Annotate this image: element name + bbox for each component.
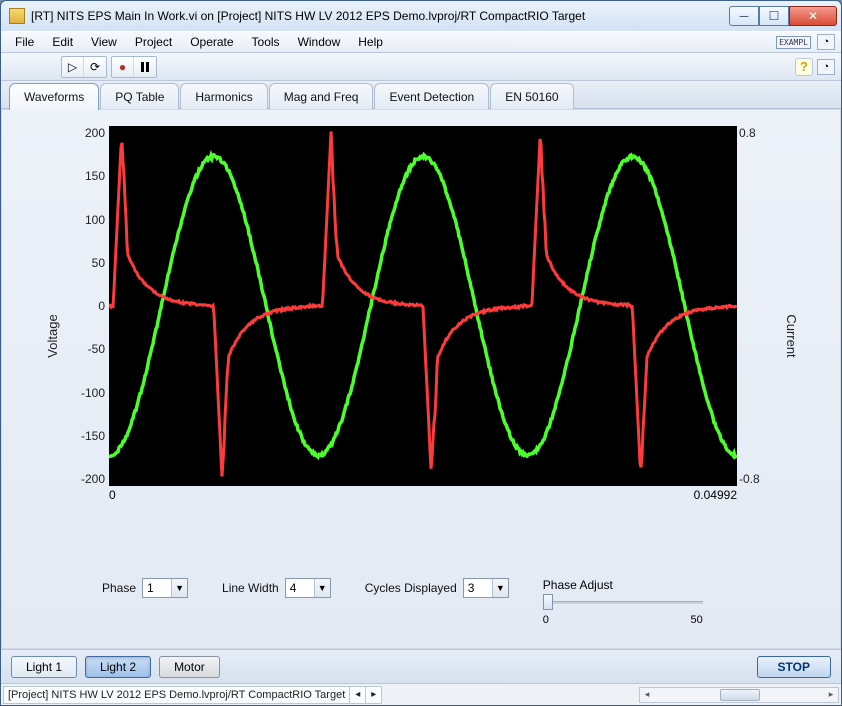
menu-file[interactable]: File bbox=[7, 33, 42, 51]
phase-adjust-max: 50 bbox=[691, 614, 703, 626]
horizontal-scrollbar[interactable]: ◂ ▸ bbox=[639, 687, 839, 703]
y-axis-right-ticks: 0.8 -0.8 bbox=[739, 126, 779, 486]
chevron-down-icon[interactable]: ▼ bbox=[171, 579, 187, 597]
minimize-button[interactable]: ─ bbox=[729, 6, 759, 26]
menu-window[interactable]: Window bbox=[290, 33, 349, 51]
y-left-tick: 50 bbox=[69, 256, 105, 270]
light1-button[interactable]: Light 1 bbox=[11, 656, 77, 678]
status-text: [Project] NITS HW LV 2012 EPS Demo.lvpro… bbox=[3, 686, 350, 704]
phase-adjust-slider[interactable] bbox=[543, 594, 703, 610]
menu-tools[interactable]: Tools bbox=[244, 33, 288, 51]
y-left-tick: 200 bbox=[69, 126, 105, 140]
close-button[interactable]: ✕ bbox=[789, 6, 837, 26]
phase-adjust-label: Phase Adjust bbox=[543, 578, 703, 592]
slider-thumb[interactable] bbox=[543, 594, 553, 610]
maximize-button[interactable]: ☐ bbox=[759, 6, 789, 26]
y-left-tick: -200 bbox=[69, 472, 105, 486]
y-left-tick: 150 bbox=[69, 169, 105, 183]
help-icon[interactable]: ? bbox=[795, 58, 813, 76]
phase-control: Phase 1 ▼ bbox=[102, 578, 188, 598]
x-tick-end: 0.04992 bbox=[694, 488, 737, 502]
run-continuous-button[interactable]: ⟳ bbox=[84, 57, 106, 77]
context-help-toggle-icon[interactable]: ◔ bbox=[817, 34, 835, 50]
line-width-label: Line Width bbox=[222, 581, 279, 595]
scroll-right-icon[interactable]: ▸ bbox=[824, 688, 838, 702]
line-width-input[interactable]: 4 ▼ bbox=[285, 578, 331, 598]
tab-mag-and-freq[interactable]: Mag and Freq bbox=[269, 83, 374, 110]
phase-label: Phase bbox=[102, 581, 136, 595]
y-left-tick: -150 bbox=[69, 429, 105, 443]
app-icon bbox=[9, 8, 25, 24]
y-left-tick: 0 bbox=[69, 299, 105, 313]
tabbar: Waveforms PQ Table Harmonics Mag and Fre… bbox=[1, 81, 841, 109]
abort-pause-group: ● bbox=[111, 56, 157, 78]
tab-harmonics[interactable]: Harmonics bbox=[180, 83, 267, 110]
cycles-displayed-label: Cycles Displayed bbox=[365, 581, 457, 595]
tab-waveforms[interactable]: Waveforms bbox=[9, 83, 99, 110]
y-axis-left-ticks: 200 150 100 50 0 -50 -100 -150 -200 bbox=[69, 126, 105, 486]
phase-adjust-min: 0 bbox=[543, 614, 549, 626]
tab-event-detection[interactable]: Event Detection bbox=[374, 83, 489, 110]
x-axis-ticks: 0 0.04992 bbox=[109, 488, 737, 502]
y-left-tick: -50 bbox=[69, 342, 105, 356]
titlebar: [RT] NITS EPS Main In Work.vi on [Projec… bbox=[1, 1, 841, 31]
tab-en-50160[interactable]: EN 50160 bbox=[490, 83, 573, 110]
phase-value: 1 bbox=[143, 581, 171, 595]
menu-edit[interactable]: Edit bbox=[44, 33, 81, 51]
x-tick-start: 0 bbox=[109, 488, 116, 502]
menu-operate[interactable]: Operate bbox=[182, 33, 241, 51]
cycles-displayed-control: Cycles Displayed 3 ▼ bbox=[365, 578, 509, 598]
pause-button[interactable] bbox=[134, 57, 156, 77]
toolbar: ▷ ⟳ ● ? ◔ bbox=[1, 53, 841, 81]
abort-button[interactable]: ● bbox=[112, 57, 134, 77]
status-left-arrow-icon[interactable]: ◂ bbox=[350, 686, 366, 704]
statusbar: [Project] NITS HW LV 2012 EPS Demo.lvpro… bbox=[1, 683, 841, 705]
y-left-tick: -100 bbox=[69, 386, 105, 400]
line-width-control: Line Width 4 ▼ bbox=[222, 578, 331, 598]
light2-button[interactable]: Light 2 bbox=[85, 656, 151, 678]
y-right-tick-top: 0.8 bbox=[739, 126, 779, 140]
y-right-tick-bottom: -0.8 bbox=[739, 472, 779, 486]
stop-button[interactable]: STOP bbox=[757, 656, 831, 678]
example-finder-icon[interactable]: EXAMPL bbox=[776, 36, 811, 49]
phase-input[interactable]: 1 ▼ bbox=[142, 578, 188, 598]
main-window: [RT] NITS EPS Main In Work.vi on [Projec… bbox=[0, 0, 842, 706]
motor-button[interactable]: Motor bbox=[159, 656, 220, 678]
phase-adjust-control: Phase Adjust 0 50 bbox=[543, 578, 703, 626]
menu-project[interactable]: Project bbox=[127, 33, 180, 51]
menu-help[interactable]: Help bbox=[350, 33, 391, 51]
cycles-displayed-input[interactable]: 3 ▼ bbox=[463, 578, 509, 598]
footer-bar: Light 1 Light 2 Motor STOP bbox=[1, 649, 841, 683]
run-button[interactable]: ▷ bbox=[62, 57, 84, 77]
waveform-plot: Voltage Current 200 150 100 50 0 -50 -100 -150 -… bbox=[41, 126, 801, 546]
window-title: [RT] NITS EPS Main In Work.vi on [Projec… bbox=[31, 9, 729, 23]
tab-pq-table[interactable]: PQ Table bbox=[100, 83, 179, 110]
plot-area[interactable] bbox=[109, 126, 737, 486]
menu-view[interactable]: View bbox=[83, 33, 125, 51]
context-help-icon[interactable]: ◔ bbox=[817, 59, 835, 75]
scroll-thumb[interactable] bbox=[720, 689, 760, 701]
line-width-value: 4 bbox=[286, 581, 314, 595]
cycles-displayed-value: 3 bbox=[464, 581, 492, 595]
y-axis-left-label: Voltage bbox=[45, 314, 60, 357]
chevron-down-icon[interactable]: ▼ bbox=[492, 579, 508, 597]
controls-row: Phase 1 ▼ Line Width 4 ▼ Cycles Displaye… bbox=[22, 578, 820, 626]
status-right-arrow-icon[interactable]: ▸ bbox=[366, 686, 382, 704]
menubar: File Edit View Project Operate Tools Win… bbox=[1, 31, 841, 53]
y-axis-right-label: Current bbox=[784, 314, 799, 357]
y-left-tick: 100 bbox=[69, 213, 105, 227]
run-controls-group: ▷ ⟳ bbox=[61, 56, 107, 78]
scroll-left-icon[interactable]: ◂ bbox=[640, 688, 654, 702]
chevron-down-icon[interactable]: ▼ bbox=[314, 579, 330, 597]
tab-content: Voltage Current 200150100500-50-100-150-… bbox=[1, 109, 841, 649]
